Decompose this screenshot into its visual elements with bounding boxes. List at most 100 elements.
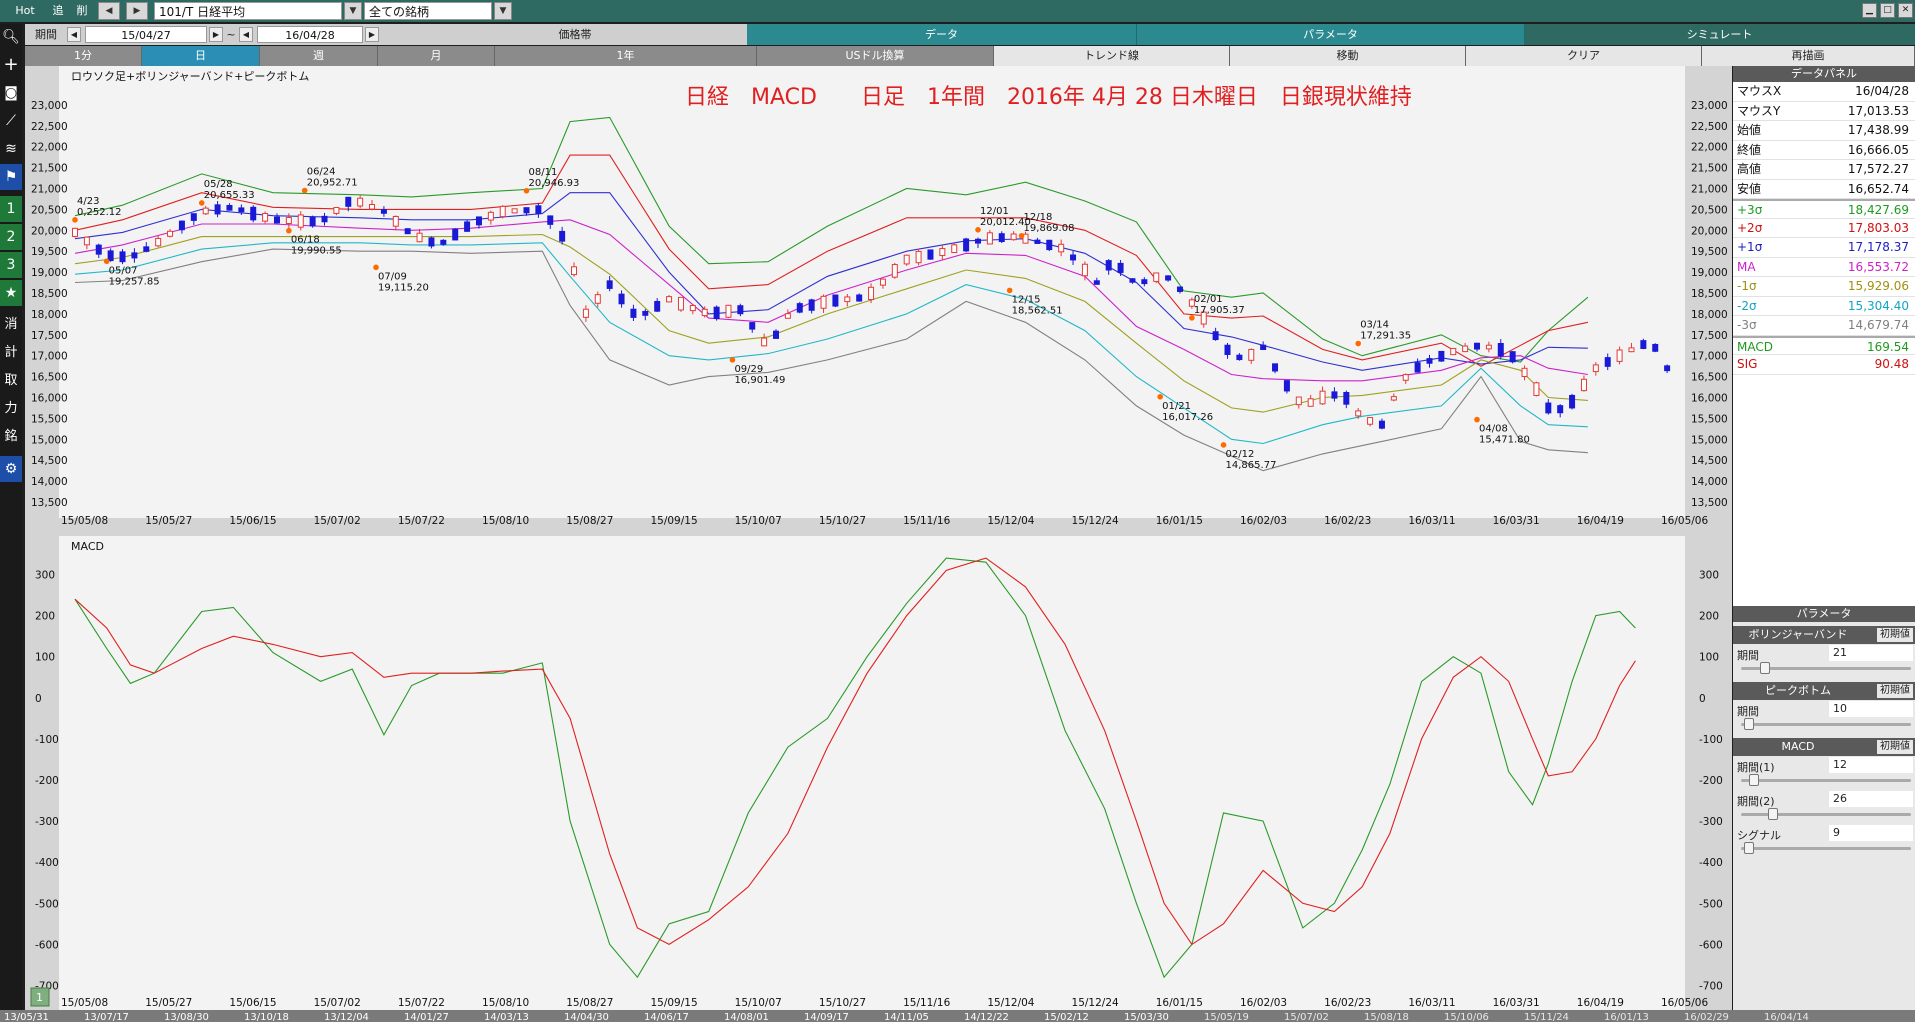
range-1year[interactable]: 1年 <box>495 46 757 66</box>
timeframe-month[interactable]: 月 <box>378 46 495 66</box>
tool-calc-button[interactable]: 計 <box>0 340 22 366</box>
bottom-date-label: 09/29 <box>734 364 763 375</box>
overview-date-label: 15/07/02 <box>1284 1012 1329 1022</box>
macd-ytick-left: 100 <box>35 652 55 664</box>
peakbottom-period-input[interactable]: 10 <box>1829 701 1913 717</box>
flag-icon[interactable]: ⚑ <box>0 164 22 190</box>
move-button[interactable]: 移動 <box>1230 46 1466 66</box>
tab-simulate[interactable]: シミュレート <box>1525 24 1915 45</box>
universe-dropdown-icon[interactable]: ▼ <box>494 2 512 20</box>
maximize-icon[interactable]: □ <box>1880 3 1895 18</box>
data-row-value: 17,803.03 <box>1847 220 1909 235</box>
data-panel: データパネル マウスX 16/04/28 マウスY 17,013.53 始値 17,438… <box>1733 66 1915 620</box>
to-prev-icon[interactable]: ◀ <box>239 27 253 42</box>
hot-button[interactable]: Hot <box>14 2 36 20</box>
candle-body <box>1628 347 1635 353</box>
data-panel-title: データパネル <box>1733 66 1915 82</box>
line-chart-icon[interactable]: ⟋ <box>0 108 22 134</box>
universe-select[interactable]: 全ての銘柄 <box>364 2 492 20</box>
candle-body <box>761 337 768 347</box>
star-icon[interactable]: ★ <box>0 280 22 306</box>
overview-scrollbar[interactable]: 13/05/31 13/07/17 13/08/30 13/10/18 13/12/04… <box>0 1010 1915 1022</box>
crosshair-icon[interactable]: + <box>0 52 22 78</box>
symbol-input[interactable]: 101/T 日経平均 <box>154 2 342 20</box>
overview-date-label: 15/02/12 <box>1044 1012 1089 1022</box>
peak-marker <box>373 264 379 271</box>
tab-data[interactable]: データ <box>747 24 1137 45</box>
redraw-button[interactable]: 再描画 <box>1702 46 1915 66</box>
add-button[interactable]: 追 <box>50 2 66 20</box>
candle-body <box>1390 396 1397 401</box>
price-xtick: 15/08/10 <box>482 515 529 527</box>
tool-take-button[interactable]: 取 <box>0 368 22 394</box>
peakbottom-reset-button[interactable]: 初期値 <box>1877 684 1913 698</box>
multi-chart-icon[interactable]: ≋ <box>0 136 22 162</box>
macd-xtick: 16/03/31 <box>1493 997 1540 1009</box>
close-icon[interactable]: ✕ <box>1898 3 1913 18</box>
search-icon[interactable]: 🔍︎ <box>0 24 22 50</box>
clear-button[interactable]: クリア <box>1466 46 1702 66</box>
macd-signal-input[interactable]: 9 <box>1829 825 1913 841</box>
price-band-button[interactable]: 価格帯 <box>385 24 765 45</box>
gear-icon[interactable]: ⚙ <box>0 456 22 482</box>
macd-period2-slider-handle[interactable] <box>1768 808 1779 820</box>
macd-period1-slider[interactable] <box>1741 779 1911 782</box>
macd-signal-slider[interactable] <box>1741 847 1911 850</box>
bottom-value-label: 15,471.80 <box>1479 435 1530 446</box>
symbol-dropdown-icon[interactable]: ▼ <box>344 2 362 20</box>
timeframe-1min[interactable]: 1分 <box>25 46 142 66</box>
macd-signal-slider-handle[interactable] <box>1744 842 1755 854</box>
macd-period2-input[interactable]: 26 <box>1829 791 1913 807</box>
candle-body <box>369 204 376 210</box>
macd-xtick: 16/04/19 <box>1577 997 1624 1009</box>
candle-body <box>1224 344 1231 355</box>
candle-body <box>582 308 589 318</box>
next-symbol-icon[interactable]: ▶ <box>126 2 148 20</box>
trendline-button[interactable]: トレンド線 <box>994 46 1230 66</box>
minimize-icon[interactable]: ▁ <box>1862 3 1877 18</box>
price-xtick: 16/03/31 <box>1493 515 1540 527</box>
preset-1-button[interactable]: 1 <box>0 196 22 222</box>
camera-icon[interactable]: ◙ <box>0 80 22 106</box>
price-xtick: 15/06/15 <box>229 515 276 527</box>
timeframe-day[interactable]: 日 <box>142 46 260 66</box>
macd-period1-row: 期間(1) 12 <box>1733 756 1915 790</box>
tool-input-button[interactable]: 力 <box>0 396 22 422</box>
candle-body <box>1248 348 1255 361</box>
bollinger-reset-button[interactable]: 初期値 <box>1877 628 1913 642</box>
usd-convert-button[interactable]: USドル換算 <box>757 46 994 66</box>
macd-ytick-left: -500 <box>35 898 59 910</box>
peakbottom-period-slider[interactable] <box>1741 723 1911 726</box>
macd-period2-slider[interactable] <box>1741 813 1911 816</box>
tool-erase-button[interactable]: 消 <box>0 312 22 338</box>
macd-signal-row: シグナル 9 <box>1733 824 1915 858</box>
candle-body <box>1378 420 1385 429</box>
preset-3-button[interactable]: 3 <box>0 252 22 278</box>
tool-symbol-button[interactable]: 銘 <box>0 424 22 450</box>
to-date-input[interactable]: 16/04/28 <box>257 26 363 43</box>
peak-marker <box>103 258 110 265</box>
data-row-label: 終値 <box>1737 142 1762 157</box>
preset-2-button[interactable]: 2 <box>0 224 22 250</box>
from-prev-icon[interactable]: ◀ <box>67 27 81 42</box>
prev-symbol-icon[interactable]: ◀ <box>98 2 120 20</box>
price-xtick: 15/09/15 <box>650 515 697 527</box>
bollinger-section: ボリンジャーバンド 初期値 <box>1733 626 1915 644</box>
to-next-icon[interactable]: ▶ <box>365 27 379 42</box>
tab-parameter[interactable]: パラメータ <box>1137 24 1525 45</box>
macd-reset-button[interactable]: 初期値 <box>1877 740 1913 754</box>
peakbottom-period-slider-handle[interactable] <box>1744 718 1755 730</box>
macd-period1-slider-handle[interactable] <box>1749 774 1759 786</box>
from-date-input[interactable]: 15/04/27 <box>85 26 207 43</box>
from-next-icon[interactable]: ▶ <box>209 27 223 42</box>
bottom-value-label: 19,257.85 <box>109 276 160 287</box>
chart-svg[interactable]: 23,000 23,000 22,500 22,500 22,000 22,000 21,5… <box>25 66 1732 1012</box>
timeframe-week[interactable]: 週 <box>260 46 378 66</box>
candle-body <box>547 215 554 225</box>
macd-period1-input[interactable]: 12 <box>1829 757 1913 773</box>
candle-body <box>1497 342 1504 357</box>
bollinger-period-slider-handle[interactable] <box>1760 662 1771 674</box>
delete-button[interactable]: 削 <box>74 2 90 20</box>
bollinger-period-input[interactable]: 21 <box>1829 645 1913 661</box>
peak-date-label: 06/24 <box>307 167 336 178</box>
